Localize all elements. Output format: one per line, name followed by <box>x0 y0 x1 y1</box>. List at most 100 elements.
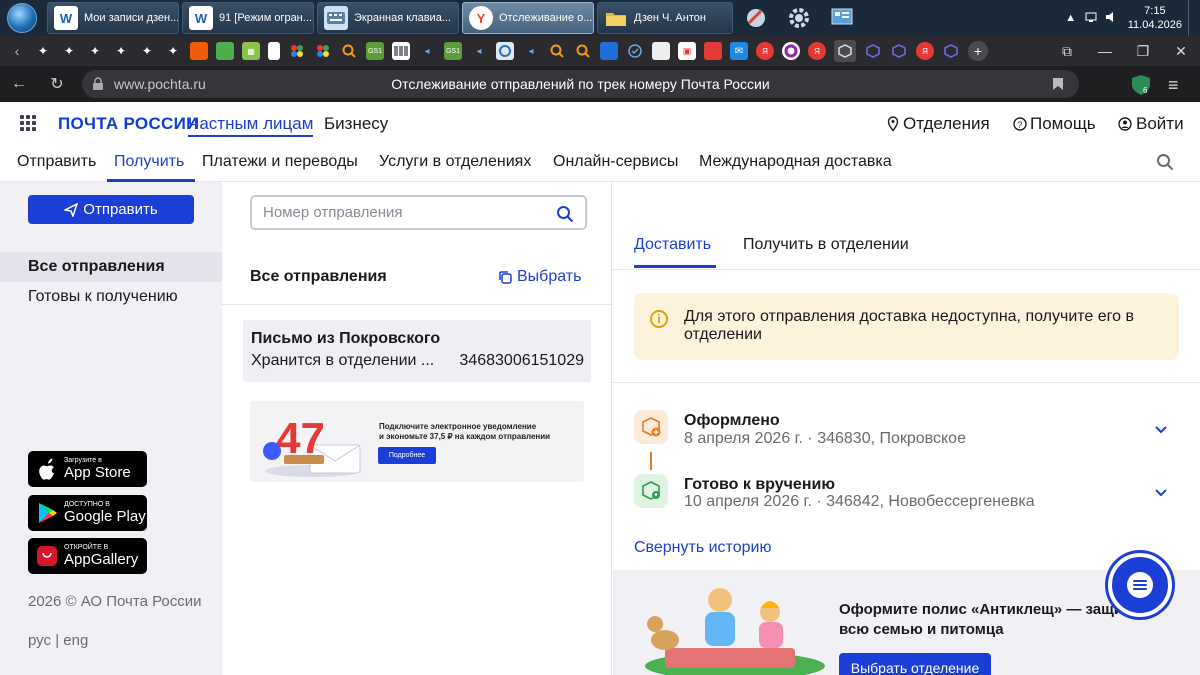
new-tab-button[interactable]: + <box>968 41 988 61</box>
tab-favicon-signal[interactable]: ◂ <box>470 42 488 60</box>
tab-favicon-barcode[interactable] <box>392 42 410 60</box>
volume-icon[interactable] <box>1102 11 1122 26</box>
taskbar-task-word-2[interactable]: W 91 [Режим огран... <box>182 2 314 34</box>
tab-favicon-signal[interactable]: ◂ <box>418 42 436 60</box>
minimize-button[interactable]: — <box>1086 43 1124 59</box>
taskbar-pin-control-panel[interactable] <box>822 2 862 34</box>
nav-receive[interactable]: Получить <box>114 153 184 171</box>
network-icon[interactable] <box>1082 11 1102 26</box>
header-offices-link[interactable]: Отделения <box>887 114 990 134</box>
tab-favicon-signal[interactable]: ◂ <box>522 42 540 60</box>
taskbar-task-word-1[interactable]: W Мои записи дзен... <box>47 2 179 34</box>
tab-favicon-green-doc[interactable]: ▦ <box>242 42 260 60</box>
nav-online-services[interactable]: Онлайн-сервисы <box>553 153 678 171</box>
tab-favicon-dots[interactable] <box>314 42 332 60</box>
chevron-down-icon[interactable] <box>1153 422 1169 438</box>
taskbar-task-yandex-browser[interactable]: Y Отслеживание о... <box>462 2 594 34</box>
tab-favicon-sparkle[interactable]: ✦ <box>60 42 78 60</box>
bookmark-icon[interactable] <box>1052 77 1064 91</box>
tab-favicon-yandex[interactable]: Я <box>808 42 826 60</box>
system-clock[interactable]: 7:15 11.04.2026 <box>1122 4 1188 32</box>
tabs-scroll-left-icon[interactable]: ‹ <box>8 42 26 60</box>
show-desktop-button[interactable] <box>1188 0 1200 36</box>
appgallery-badge[interactable]: ОТКРОЙТЕ В AppGallery <box>28 538 147 574</box>
lang-en-link[interactable]: eng <box>63 632 88 649</box>
tab-favicon-orange[interactable] <box>190 42 208 60</box>
tab-favicon-check[interactable] <box>626 42 644 60</box>
shipment-card[interactable]: Письмо из Покровского Хранится в отделен… <box>243 320 591 382</box>
lang-ru-link[interactable]: рус <box>28 632 51 649</box>
nav-international[interactable]: Международная доставка <box>699 153 892 171</box>
tab-favicon-search[interactable] <box>574 42 592 60</box>
tab-favicon-search[interactable] <box>340 42 358 60</box>
url-field[interactable]: www.pochta.ru Отслеживание отправлений п… <box>82 70 1079 98</box>
tab-favicon-dots[interactable] <box>288 42 306 60</box>
tab-favicon-target[interactable] <box>496 42 514 60</box>
start-button[interactable] <box>0 0 44 36</box>
header-business-link[interactable]: Бизнесу <box>324 114 388 134</box>
google-play-badge[interactable]: ДОСТУПНО В Google Play <box>28 495 147 531</box>
tab-pickup[interactable]: Получить в отделении <box>743 236 909 254</box>
header-private-link[interactable]: Частным лицам <box>188 114 314 137</box>
protect-shield-icon[interactable]: 6 <box>1130 74 1152 96</box>
tab-favicon-cube[interactable] <box>864 42 882 60</box>
reload-icon[interactable]: ↻ <box>38 74 76 94</box>
promo-banner[interactable]: 47 Подключите электронное уведомление и … <box>250 401 584 482</box>
restore-button[interactable]: ❐ <box>1124 43 1162 60</box>
header-help-link[interactable]: ? Помощь <box>1013 114 1096 134</box>
collapse-history-link[interactable]: Свернуть историю <box>634 539 771 557</box>
search-icon[interactable] <box>556 205 574 223</box>
left-sidebar: Отправить Все отправления Готовы к получ… <box>0 182 222 675</box>
tab-favicon-gs1[interactable]: GS1 <box>366 42 384 60</box>
tab-favicon-sparkle[interactable]: ✦ <box>86 42 104 60</box>
tray-expand-icon[interactable]: ▲ <box>1060 12 1082 24</box>
tab-favicon-pdf[interactable]: ▣ <box>678 42 696 60</box>
tab-favicon-mail[interactable]: ✉ <box>730 42 748 60</box>
tab-favicon-search[interactable] <box>548 42 566 60</box>
header-login-link[interactable]: Войти <box>1118 114 1184 134</box>
sidebar-item-ready[interactable]: Готовы к получению <box>0 282 222 312</box>
tab-favicon-grid[interactable] <box>652 42 670 60</box>
pochta-logo[interactable]: ПОЧТА РОССИИ <box>58 114 199 134</box>
select-shipments-button[interactable]: Выбрать <box>498 268 581 286</box>
back-arrow-icon[interactable]: ← <box>0 75 38 93</box>
tab-favicon-red[interactable] <box>704 42 722 60</box>
taskbar-pin-satellite[interactable] <box>736 2 776 34</box>
tab-manager-icon[interactable]: ⧉ <box>1048 43 1086 60</box>
tab-favicon-circle[interactable] <box>782 42 800 60</box>
tab-favicon-sparkle[interactable]: ✦ <box>164 42 182 60</box>
tab-favicon-sparkle[interactable]: ✦ <box>34 42 52 60</box>
chevron-down-icon[interactable] <box>1153 485 1169 501</box>
step-subtitle: 8 апреля 2026 г. · 346830, Покровское <box>684 430 966 447</box>
tab-favicon-cube[interactable] <box>942 42 960 60</box>
tracking-number-input[interactable]: Номер отправления <box>250 195 587 230</box>
taskbar-task-folder[interactable]: Дзен Ч. Антон <box>597 2 733 34</box>
send-button[interactable]: Отправить <box>28 195 194 224</box>
sidebar-item-all-shipments[interactable]: Все отправления <box>0 252 222 282</box>
tab-favicon-gs1[interactable]: GS1 <box>444 42 462 60</box>
tab-favicon-pochta-active[interactable] <box>834 40 856 62</box>
tab-favicon-green[interactable] <box>216 42 234 60</box>
taskbar-task-onscreen-keyboard[interactable]: Экранная клавиа... <box>317 2 459 34</box>
tab-favicon-yandex[interactable]: Я <box>756 42 774 60</box>
promo-more-button[interactable]: Подробнее <box>378 447 436 464</box>
offices-label: Отделения <box>903 114 990 133</box>
close-window-button[interactable]: ✕ <box>1162 43 1200 60</box>
nav-payments[interactable]: Платежи и переводы <box>202 153 358 171</box>
tab-favicon-cube[interactable] <box>890 42 908 60</box>
tab-favicon-document[interactable] <box>268 42 280 60</box>
services-grid-icon[interactable] <box>20 115 36 131</box>
tab-favicon-sparkle[interactable]: ✦ <box>112 42 130 60</box>
tab-favicon-sparkle[interactable]: ✦ <box>138 42 156 60</box>
tab-favicon-yandex[interactable]: Я <box>916 42 934 60</box>
ad-choose-office-button[interactable]: Выбрать отделение <box>839 653 991 675</box>
tab-delivery[interactable]: Доставить <box>634 236 711 254</box>
nav-office-services[interactable]: Услуги в отделениях <box>379 153 531 171</box>
chat-support-button[interactable] <box>1108 553 1172 617</box>
browser-menu-icon[interactable]: ≡ <box>1168 75 1179 96</box>
taskbar-pin-settings[interactable] <box>779 2 819 34</box>
tab-favicon-blue[interactable] <box>600 42 618 60</box>
nav-send[interactable]: Отправить <box>17 153 96 171</box>
app-store-badge[interactable]: Загрузите в App Store <box>28 451 147 487</box>
search-icon[interactable] <box>1156 153 1174 171</box>
